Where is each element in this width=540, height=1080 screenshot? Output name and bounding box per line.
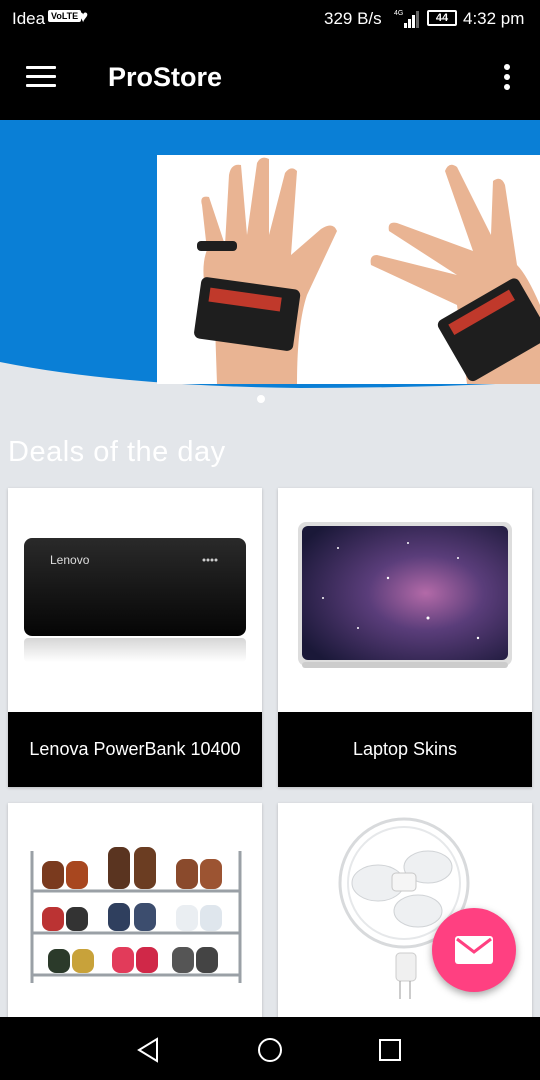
galaxy-laptop-skin-photo bbox=[298, 522, 512, 668]
carousel-dot-active bbox=[257, 395, 265, 403]
app-title: ProStore bbox=[108, 62, 223, 92]
product-card[interactable] bbox=[8, 803, 262, 1023]
back-icon[interactable] bbox=[135, 1035, 165, 1065]
mail-fab-button[interactable] bbox=[432, 908, 516, 992]
carousel-indicator bbox=[0, 395, 540, 405]
brand-text: Lenovo bbox=[50, 553, 90, 567]
shoe-rack-photo bbox=[30, 847, 242, 983]
product-card[interactable]: Lenovo Lenova PowerBank 10400 bbox=[8, 488, 262, 787]
signal-icon: 4G bbox=[394, 10, 419, 28]
section-title: Deals of the day bbox=[8, 436, 226, 468]
volte-badge: VoLTE bbox=[48, 10, 82, 22]
product-name: Lenova PowerBank 10400 bbox=[8, 712, 262, 787]
battery-icon: 44 bbox=[427, 10, 457, 26]
system-nav-bar bbox=[0, 1017, 540, 1080]
mail-icon bbox=[455, 936, 493, 964]
carrier-name: Idea bbox=[12, 9, 46, 28]
app-bar: ProStore bbox=[0, 38, 540, 120]
more-vert-icon[interactable] bbox=[496, 64, 518, 94]
status-bar: Idea VoLTE ♥ 329 B/s 4G 44 4:32 pm bbox=[0, 0, 540, 38]
clock: 4:32 pm bbox=[463, 9, 525, 28]
product-name: Laptop Skins bbox=[278, 712, 532, 787]
wrist-wrap-straps-photo[interactable] bbox=[157, 155, 540, 384]
lenovo-powerbank-photo: Lenovo bbox=[24, 538, 246, 662]
banner-carousel[interactable] bbox=[0, 120, 540, 420]
health-icon: ♥ bbox=[78, 7, 89, 26]
hamburger-menu-icon[interactable] bbox=[26, 66, 58, 92]
network-type: 4G bbox=[394, 10, 403, 17]
product-card[interactable]: Laptop Skins bbox=[278, 488, 532, 787]
network-speed: 329 B/s bbox=[324, 9, 382, 28]
home-icon[interactable] bbox=[255, 1035, 285, 1065]
recents-icon[interactable] bbox=[375, 1035, 405, 1065]
